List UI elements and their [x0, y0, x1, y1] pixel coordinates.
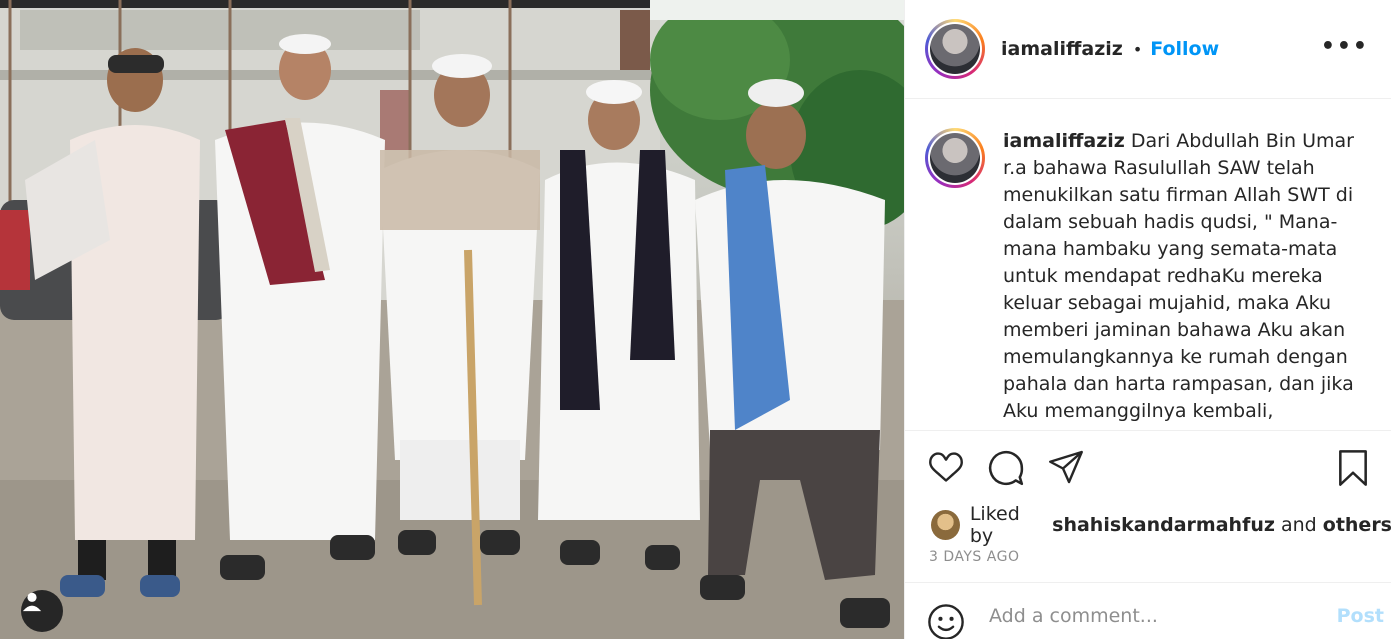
- caption-text-block: iamaliffaziz Dari Abdullah Bin Umar r.a …: [1003, 128, 1373, 430]
- bookmark-icon[interactable]: [1336, 449, 1370, 487]
- liked-user-link[interactable]: shahiskandarmahfuz: [1052, 514, 1275, 536]
- post-actions: Liked by shahiskandarmahfuz and others 3…: [905, 430, 1391, 580]
- instagram-post-view: iamaliffaziz • Follow ••• iamaliffaziz D…: [0, 0, 1391, 639]
- follow-separator: •: [1132, 39, 1143, 59]
- liked-others-link[interactable]: others: [1323, 514, 1391, 536]
- header-username[interactable]: iamaliffaziz: [1001, 38, 1123, 60]
- post-comment-button[interactable]: Post: [1337, 605, 1384, 627]
- comment-icon[interactable]: [987, 449, 1025, 487]
- photo-illustration: [0, 0, 904, 639]
- liked-and: and: [1280, 514, 1317, 536]
- heart-icon[interactable]: [927, 449, 965, 485]
- post-side-panel: iamaliffaziz • Follow ••• iamaliffaziz D…: [904, 0, 1391, 639]
- likes-summary: Liked by shahiskandarmahfuz and others: [931, 503, 1391, 547]
- profile-avatar[interactable]: [925, 19, 985, 79]
- smiley-icon[interactable]: [927, 603, 965, 639]
- avatar-border: [928, 22, 982, 76]
- caption-avatar-border: [928, 131, 982, 185]
- follow-button[interactable]: Follow: [1150, 38, 1219, 60]
- caption-body: Dari Abdullah Bin Umar r.a bahawa Rasulu…: [1003, 130, 1354, 422]
- caption-area: iamaliffaziz Dari Abdullah Bin Umar r.a …: [905, 100, 1391, 430]
- comment-input[interactable]: [989, 605, 1309, 627]
- caption-avatar[interactable]: [925, 128, 985, 188]
- avatar-image: [930, 24, 980, 74]
- more-options-icon[interactable]: •••: [1321, 34, 1369, 59]
- post-photo[interactable]: [0, 0, 904, 639]
- post-timestamp[interactable]: 3 DAYS AGO: [929, 549, 1019, 565]
- caption-username[interactable]: iamaliffaziz: [1003, 130, 1125, 152]
- caption-avatar-image: [930, 133, 980, 183]
- post-header: iamaliffaziz • Follow •••: [905, 0, 1391, 99]
- user-tag-button[interactable]: [21, 590, 63, 632]
- send-icon[interactable]: [1047, 449, 1085, 485]
- liked-prefix: Liked by: [969, 503, 1020, 547]
- comment-bar: Post: [905, 582, 1391, 639]
- liker-avatar[interactable]: [931, 510, 960, 540]
- user-tag-icon: [22, 592, 42, 612]
- action-icons-row: [927, 449, 1370, 489]
